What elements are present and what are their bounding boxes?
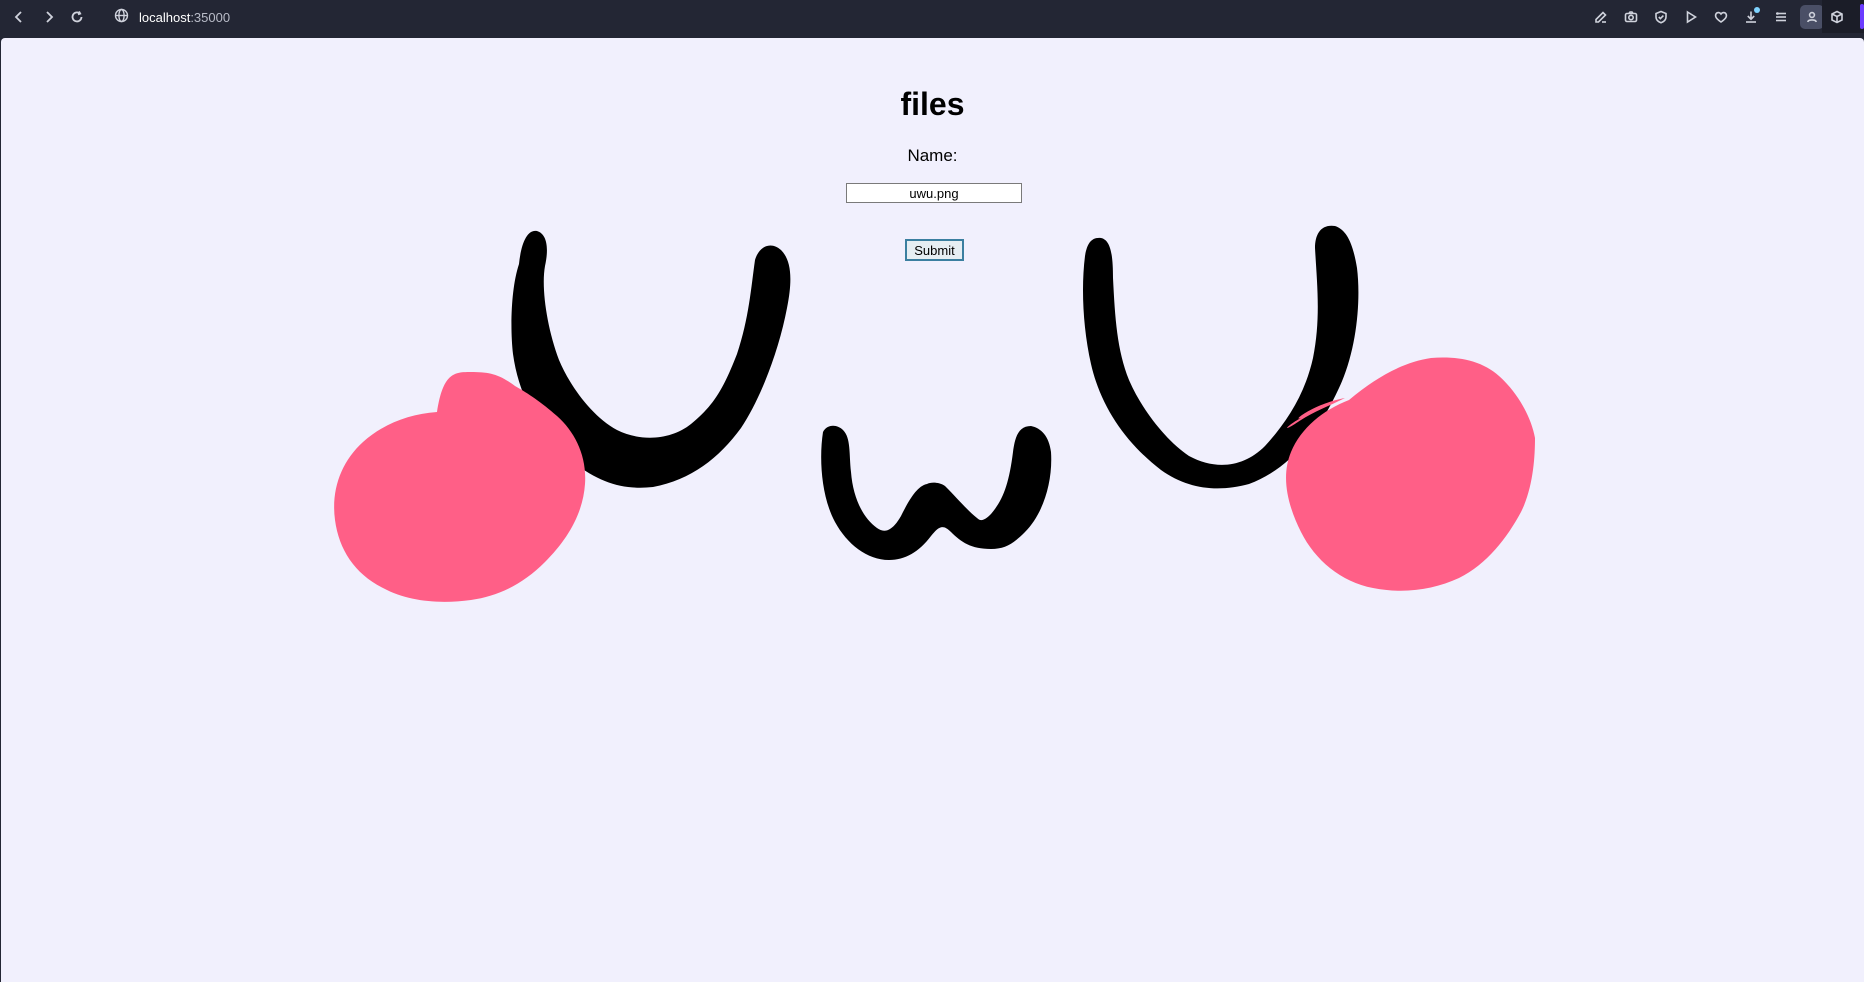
edit-icon <box>1595 11 1607 23</box>
play-button[interactable] <box>1680 6 1702 28</box>
download-indicator-dot <box>1754 7 1760 13</box>
profile-button[interactable] <box>1800 5 1824 29</box>
edit-button[interactable] <box>1590 6 1612 28</box>
chevron-right-icon <box>46 11 54 23</box>
url-port: :35000 <box>190 9 231 25</box>
chevron-left-icon <box>14 11 22 23</box>
page-title: files <box>900 86 965 122</box>
back-button[interactable] <box>8 6 30 28</box>
extension-accent-bar <box>1860 4 1864 29</box>
profile-icon <box>1807 11 1817 23</box>
url-text: localhost:35000 <box>139 10 230 25</box>
uwu-face-illustration <box>334 225 1535 602</box>
play-icon <box>1686 10 1698 24</box>
toolbar-actions <box>1590 5 1824 29</box>
name-label: Name: <box>907 146 958 165</box>
w-mouth <box>821 425 1052 560</box>
screenshot-button[interactable] <box>1620 6 1642 28</box>
menu-button[interactable] <box>1770 6 1792 28</box>
url-host: localhost <box>139 9 191 25</box>
shield-icon <box>1655 10 1667 24</box>
heart-icon <box>1714 11 1728 23</box>
browser-toolbar: localhost:35000 <box>0 0 1864 33</box>
address-bar[interactable]: localhost:35000 <box>114 6 230 28</box>
reload-icon <box>71 11 83 23</box>
reload-button[interactable] <box>66 6 88 28</box>
camera-icon <box>1624 11 1638 23</box>
extensions-button[interactable] <box>1822 0 1864 33</box>
globe-icon <box>114 8 129 26</box>
page-viewport: files Name: Submit <box>1 38 1864 982</box>
forward-button[interactable] <box>38 6 60 28</box>
favorite-button[interactable] <box>1710 6 1732 28</box>
name-input[interactable] <box>846 183 1022 203</box>
submit-button[interactable]: Submit <box>905 239 964 261</box>
menu-icon <box>1776 12 1786 22</box>
downloads-button[interactable] <box>1740 6 1762 28</box>
shield-button[interactable] <box>1650 6 1672 28</box>
cube-icon <box>1831 10 1843 23</box>
